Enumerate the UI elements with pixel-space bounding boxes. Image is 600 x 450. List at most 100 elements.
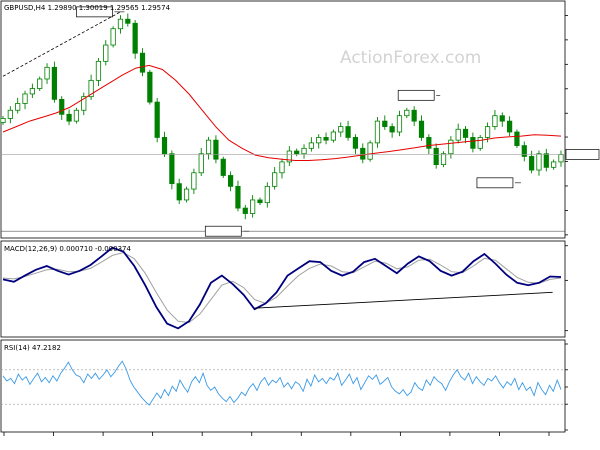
candle-body	[279, 161, 285, 174]
candle-body	[514, 131, 520, 146]
candle-body	[220, 158, 226, 176]
candle-body	[301, 147, 307, 155]
candle-body	[183, 188, 190, 201]
candle-body	[250, 199, 256, 214]
candle-body	[367, 142, 373, 160]
watermark: ActionForex.com	[340, 48, 481, 68]
candle-body	[154, 101, 160, 138]
candle-body	[125, 18, 131, 24]
candle-body	[448, 139, 454, 155]
candle-body	[15, 103, 21, 111]
candle-body	[536, 153, 542, 171]
candle-body	[426, 137, 432, 149]
macd-lines	[2, 246, 562, 330]
candle-body	[411, 109, 417, 122]
candle-body	[0, 118, 6, 123]
candle-body	[389, 126, 395, 133]
candle-body	[73, 109, 80, 122]
candle-body	[235, 185, 241, 209]
candle-body	[139, 52, 146, 73]
candle-body	[382, 120, 388, 127]
price-label-box	[397, 89, 435, 101]
candle-body	[117, 18, 124, 30]
candle-body	[264, 185, 270, 204]
candle-body	[374, 120, 381, 144]
candle-body	[66, 113, 72, 122]
candles	[0, 13, 564, 220]
candle-body	[396, 115, 403, 133]
candle-body	[404, 109, 410, 117]
candle-body	[492, 115, 498, 127]
candle-body	[147, 71, 153, 103]
candle-body	[22, 93, 28, 104]
candle-body	[37, 78, 43, 89]
dashed-trendline	[2, 11, 121, 77]
candle-body	[294, 150, 300, 155]
candle-body	[132, 22, 138, 54]
candle-body	[323, 137, 329, 141]
candle-body	[103, 44, 109, 62]
candle-body	[440, 153, 447, 166]
candle-body	[330, 131, 336, 141]
candle-body	[213, 139, 219, 160]
candle-body	[59, 98, 65, 115]
candle-body	[228, 175, 234, 187]
macd-axis	[565, 245, 568, 332]
candle-body	[110, 28, 116, 46]
moving-average-line	[2, 64, 562, 161]
candle-body	[198, 153, 204, 174]
candle-body	[462, 128, 469, 138]
candle-body	[191, 172, 197, 190]
candle-body	[433, 147, 439, 166]
price-axis	[565, 15, 568, 236]
candle-body	[499, 115, 505, 122]
candle-body	[308, 142, 314, 149]
candle-body	[507, 120, 513, 133]
candle-body	[205, 139, 212, 155]
macd-pane	[0, 240, 566, 338]
price-label-box	[476, 177, 514, 189]
rsi-line	[2, 360, 562, 406]
candle-body	[169, 153, 175, 185]
candle-body	[477, 137, 483, 149]
candle-body	[529, 156, 535, 171]
candle-body	[345, 126, 351, 138]
candle-body	[484, 126, 491, 138]
candle-body	[51, 66, 57, 100]
candle-body	[543, 153, 549, 168]
rsi-header: RSI(14) 47.2182	[4, 344, 61, 352]
time-axis	[3, 432, 550, 436]
candle-body	[242, 207, 248, 214]
macd-header: MACD(12,26,9) 0.000710 -0.000374	[4, 245, 131, 253]
candle-body	[257, 199, 263, 204]
price-label-box	[204, 225, 242, 237]
candle-body	[338, 126, 344, 133]
price-pane	[0, 0, 566, 239]
candle-body	[95, 60, 102, 81]
candle-body	[455, 128, 461, 141]
candle-body	[176, 183, 182, 201]
candle-body	[352, 137, 359, 149]
rsi-lines	[1, 360, 565, 406]
forex-chart: ActionForex.com GBPUSD,H4 1.29890 1.3001…	[0, 0, 600, 436]
candle-body	[418, 120, 425, 138]
candle-body	[316, 137, 322, 144]
rsi-axis	[565, 343, 568, 431]
candle-body	[7, 109, 13, 119]
candle-body	[272, 172, 278, 187]
candle-body	[44, 66, 50, 80]
candle-body	[551, 161, 557, 168]
macd-signal-line	[2, 251, 562, 324]
candle-body	[521, 145, 527, 157]
candle-body	[29, 88, 35, 95]
macd-line	[2, 246, 562, 330]
candle-body	[161, 137, 168, 155]
rsi-pane	[0, 339, 566, 433]
price-header: GBPUSD,H4 1.29890 1.30019 1.29565 1.2957…	[4, 4, 171, 12]
candle-body	[470, 137, 476, 149]
current-price-box	[565, 149, 600, 160]
macd-trendline	[254, 291, 553, 309]
candle-body	[360, 147, 366, 160]
candle-body	[558, 154, 564, 163]
moving-average	[2, 64, 562, 161]
